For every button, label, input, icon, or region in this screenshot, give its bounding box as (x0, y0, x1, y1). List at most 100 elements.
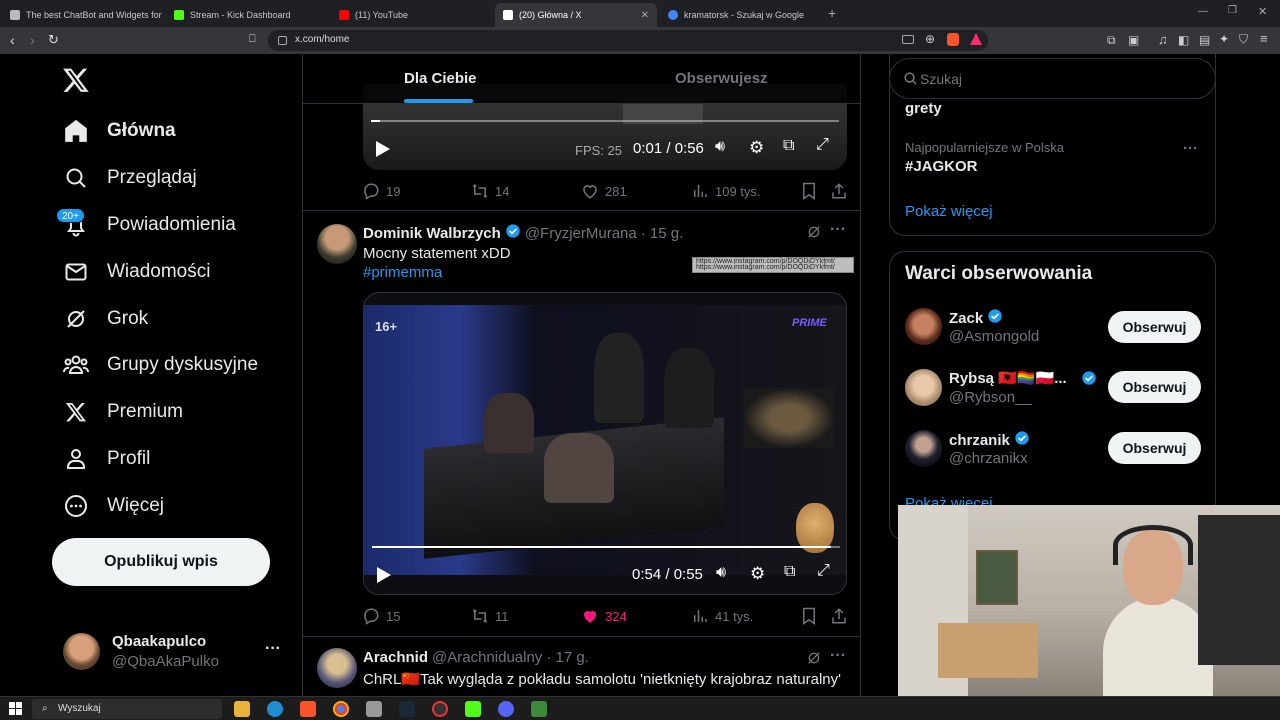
like-button-active[interactable]: 324 (581, 607, 627, 625)
site-info-icon[interactable] (278, 36, 287, 45)
nav-item-profile[interactable]: Profil (62, 441, 150, 477)
views-button[interactable]: 109 tys. (691, 182, 761, 200)
vpn-icon[interactable]: ⛉ (1239, 32, 1248, 47)
user-name[interactable]: chrzanik (949, 430, 1030, 450)
browser-tab[interactable]: (11) YouTube (331, 3, 491, 27)
play-icon[interactable] (376, 566, 392, 589)
trend-name[interactable]: #JAGKOR (905, 158, 978, 175)
tab-following[interactable]: Obserwujesz (675, 70, 768, 87)
brave-icon[interactable] (300, 701, 316, 717)
extensions-icon[interactable]: ⧉ (1107, 33, 1116, 48)
like-button[interactable]: 281 (581, 182, 627, 200)
fullscreen-icon[interactable]: ⤢ (817, 562, 830, 580)
back-icon[interactable]: ‹ (10, 32, 15, 48)
browser-tab[interactable]: kramatorsk - Szukaj w Google (660, 3, 820, 27)
user-avatar[interactable] (905, 369, 942, 406)
post-more-icon[interactable]: ··· (830, 647, 846, 665)
app-icon[interactable] (366, 701, 382, 717)
post-avatar[interactable] (317, 224, 357, 264)
reply-button[interactable]: 15 (362, 607, 400, 625)
nav-item-home[interactable]: Główna (62, 113, 176, 149)
nav-item-communities[interactable]: Grupy dyskusyjne (62, 347, 258, 383)
brave-rewards-icon[interactable] (970, 33, 982, 45)
grok-explain-icon[interactable] (806, 224, 822, 245)
nav-item-messages[interactable]: Wiadomości (62, 254, 210, 290)
trend-more-icon[interactable]: ··· (1183, 140, 1198, 157)
browser-tab[interactable]: The best ChatBot and Widgets for Ki (2, 3, 162, 27)
chrome-icon[interactable] (333, 701, 349, 717)
nav-item-notifications[interactable]: Powiadomienia (62, 207, 236, 243)
reply-button[interactable]: 19 (362, 182, 400, 200)
hashtag-link[interactable]: #primemma (363, 264, 442, 281)
close-window-icon[interactable]: ✕ (1258, 5, 1267, 18)
fullscreen-icon[interactable]: ⤢ (816, 136, 829, 154)
volume-icon[interactable]: 🔊︎ (715, 138, 725, 156)
author-name[interactable]: Arachnid (363, 649, 428, 666)
x-logo-icon[interactable] (62, 66, 90, 94)
app-icon[interactable] (531, 701, 547, 717)
file-explorer-icon[interactable] (234, 701, 250, 717)
settings-gear-icon[interactable]: ⚙ (750, 564, 765, 584)
author-name[interactable]: Dominik Walbrzych (363, 225, 501, 242)
repost-button[interactable]: 11 (471, 607, 509, 625)
cast-icon[interactable] (902, 35, 914, 44)
browser-tab[interactable]: Stream - Kick Dashboard (166, 3, 326, 27)
screenshot-icon[interactable]: ▣ (1128, 33, 1139, 47)
trend-name[interactable]: grety (905, 100, 942, 117)
new-tab-button[interactable]: + (828, 5, 836, 21)
media-icon[interactable]: ♫ (1158, 32, 1168, 47)
kick-icon[interactable] (465, 701, 481, 717)
forward-icon[interactable]: › (30, 32, 35, 48)
minimize-icon[interactable]: — (1198, 6, 1208, 17)
video-player[interactable]: 16+ PRIME 0:54 / 0:55 🔊︎ ⚙ ⧉ ⤢ (363, 292, 847, 595)
settings-gear-icon[interactable]: ⚙ (749, 138, 764, 158)
edge-icon[interactable] (267, 701, 283, 717)
leo-icon[interactable]: ✦ (1219, 32, 1229, 46)
views-button[interactable]: 41 tys. (691, 607, 753, 625)
tab-for-you[interactable]: Dla Ciebie (404, 70, 477, 87)
restore-icon[interactable]: ❐ (1228, 5, 1237, 16)
browser-tab-active[interactable]: (20) Główna / X ✕ (495, 3, 657, 27)
share-button[interactable] (830, 182, 854, 200)
pip-icon[interactable]: ⧉ (783, 137, 794, 155)
user-avatar[interactable] (905, 308, 942, 345)
taskbar-search[interactable]: Wyszukaj (32, 699, 222, 719)
grok-explain-icon[interactable] (806, 650, 822, 671)
user-avatar[interactable] (905, 430, 942, 467)
play-icon[interactable] (375, 140, 391, 163)
post-time[interactable]: · 17 g. (546, 649, 589, 666)
brave-shield-icon[interactable] (947, 33, 959, 46)
publish-post-button[interactable]: Opublikuj wpis (52, 538, 270, 586)
author-handle[interactable]: @FryzjerMurana (525, 225, 637, 242)
video-progress-track[interactable] (371, 120, 839, 122)
steam-icon[interactable] (399, 701, 415, 717)
follow-button[interactable]: Obserwuj (1108, 371, 1201, 403)
zoom-icon[interactable]: ⊕ (925, 32, 935, 46)
pip-icon[interactable]: ⧉ (784, 563, 795, 581)
post-avatar[interactable] (317, 648, 357, 688)
nav-item-explore[interactable]: Przeglądaj (62, 160, 197, 196)
post-time[interactable]: · 15 g. (641, 225, 684, 242)
account-avatar[interactable] (63, 633, 100, 670)
user-name[interactable]: Zack (949, 308, 1003, 328)
address-bar[interactable]: x.com/home (268, 30, 988, 51)
repost-button[interactable]: 14 (471, 182, 509, 200)
nav-item-grok[interactable]: Grok (62, 301, 148, 337)
bookmark-icon[interactable]: ⎕ (249, 33, 256, 46)
bookmark-button[interactable] (801, 607, 823, 625)
reload-icon[interactable]: ↻ (48, 32, 59, 48)
close-tab-icon[interactable]: ✕ (641, 10, 649, 21)
volume-icon[interactable]: 🔊︎ (716, 564, 726, 582)
follow-button[interactable]: Obserwuj (1108, 311, 1201, 343)
post-more-icon[interactable]: ··· (830, 221, 846, 239)
nav-item-premium[interactable]: Premium (62, 394, 183, 430)
follow-button[interactable]: Obserwuj (1108, 432, 1201, 464)
author-handle[interactable]: @Arachnidualny (432, 649, 542, 666)
nav-item-more[interactable]: Więcej (62, 488, 164, 524)
account-more-icon[interactable]: ··· (265, 640, 281, 658)
menu-icon[interactable]: ≡ (1260, 31, 1268, 46)
wallet-icon[interactable]: ▤ (1199, 33, 1210, 47)
trends-show-more-link[interactable]: Pokaż więcej (905, 203, 993, 220)
obs-icon[interactable] (432, 701, 448, 717)
sidebar-icon[interactable]: ◧ (1178, 33, 1189, 47)
